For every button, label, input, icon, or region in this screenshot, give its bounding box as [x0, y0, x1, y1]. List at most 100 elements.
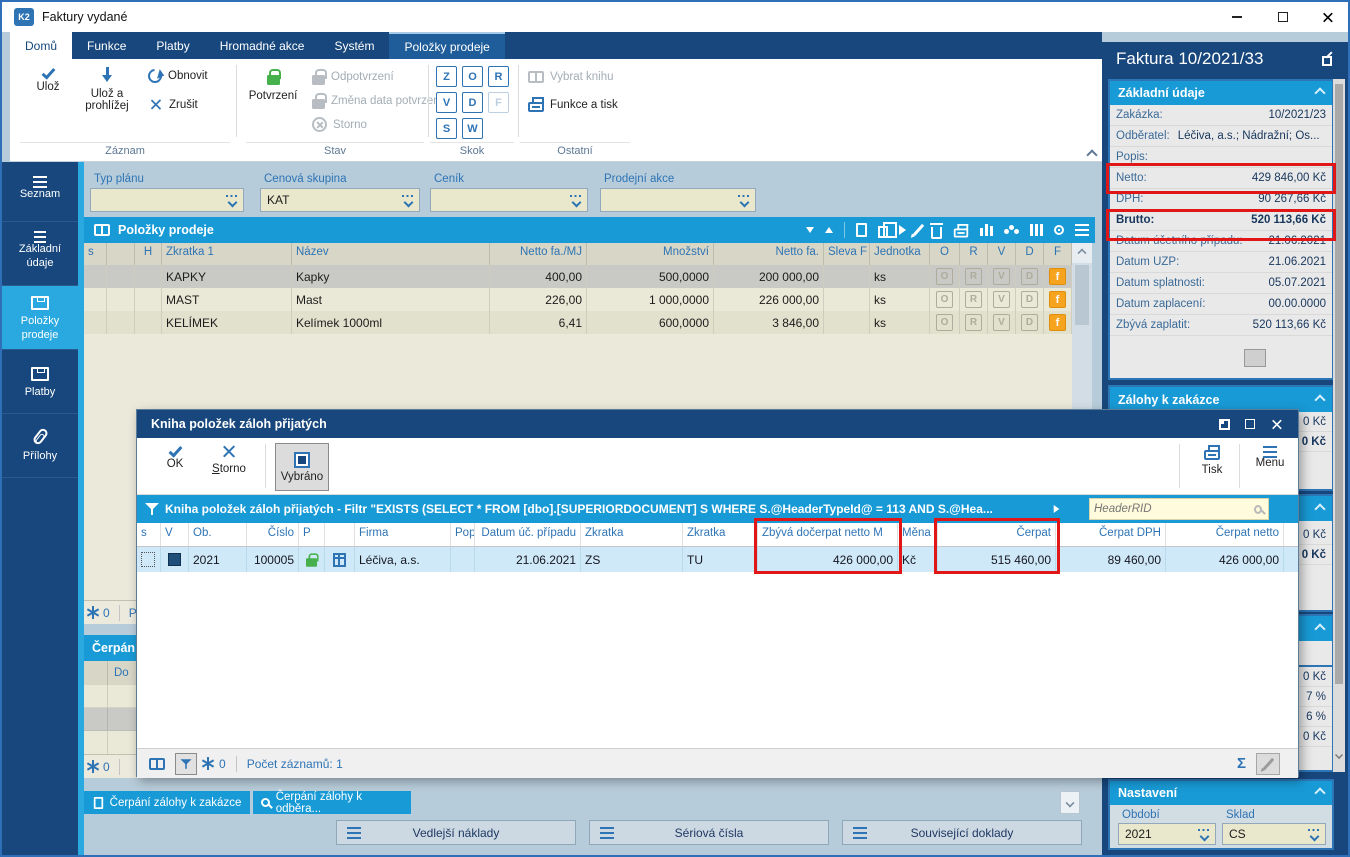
maximize-button[interactable] [1260, 2, 1306, 32]
flag-v-button[interactable]: V [993, 268, 1010, 285]
tab-platby[interactable]: Platby [141, 32, 204, 59]
jump-button-v[interactable]: V [436, 92, 457, 113]
modal-table-row[interactable]: 2021 100005 Léčiva, a.s. 21.06.2021 ZS T… [137, 547, 1298, 572]
scroll-up-icon[interactable] [1077, 248, 1087, 258]
column-header[interactable]: Netto fa./MJ [490, 243, 587, 265]
process-icon[interactable] [1009, 225, 1014, 230]
obdobi-select[interactable]: 2021 [1118, 823, 1216, 845]
grid-menu-icon[interactable] [1075, 229, 1089, 231]
jump-button-s[interactable]: S [436, 118, 457, 139]
collapse-icon[interactable] [1314, 787, 1326, 799]
flag-o-button[interactable]: O [936, 291, 953, 308]
column-header[interactable]: Jednotka [870, 243, 930, 265]
sort-desc-icon[interactable] [806, 227, 814, 233]
book-icon[interactable] [149, 757, 165, 770]
flag-v-button[interactable]: V [993, 291, 1010, 308]
sklad-select[interactable]: CS [1222, 823, 1326, 845]
jump-button-w[interactable]: W [462, 118, 483, 139]
storno-button[interactable]: Storno [203, 444, 255, 475]
scrollbar-thumb[interactable] [1075, 265, 1089, 325]
menu-button[interactable]: Menu [1247, 447, 1293, 469]
tab-funkce[interactable]: Funkce [72, 32, 141, 59]
columns-icon[interactable] [1035, 224, 1038, 236]
functions-print-button[interactable]: Funkce a tisk [528, 97, 618, 112]
sidebar-item-polozky-prodeje[interactable]: Položky prodeje [2, 286, 78, 350]
ok-button[interactable]: OK [153, 443, 197, 470]
vybrano-toggle[interactable]: Vybráno [275, 443, 329, 491]
filter-cenik[interactable] [430, 188, 588, 212]
column-header[interactable]: Množství [587, 243, 714, 265]
sidebar-item-zakladni-udaje[interactable]: Základní údaje [2, 222, 78, 286]
tisk-button[interactable]: Tisk [1189, 445, 1235, 476]
jump-button-r[interactable]: R [488, 66, 509, 87]
new-record-icon[interactable] [856, 223, 867, 237]
tab-hromadne-akce[interactable]: Hromadné akce [205, 32, 320, 59]
column-header[interactable]: Zkratka 1 [162, 243, 292, 265]
copy-record-icon[interactable] [878, 222, 897, 238]
flag-d-button[interactable]: D [1021, 314, 1038, 331]
flag-o-button[interactable]: O [936, 314, 953, 331]
modal-dock-button[interactable] [1214, 415, 1234, 433]
table-row[interactable]: KELÍMEK Kelímek 1000ml 6,41 600,0000 3 8… [84, 311, 1072, 334]
filter-toggle-button[interactable] [175, 752, 197, 775]
jump-button-z[interactable]: Z [436, 66, 457, 87]
refresh-button[interactable]: Obnovit [145, 66, 208, 86]
flag-d-button[interactable]: D [1021, 291, 1038, 308]
zakladni-udaje-header[interactable]: Základní údaje [1110, 81, 1332, 105]
flag-f-button[interactable]: f [1049, 291, 1066, 308]
souvisejici-doklady-button[interactable]: Související doklady [842, 820, 1082, 845]
apply-filter-icon[interactable] [1053, 505, 1060, 513]
flag-f-button[interactable]: f [1049, 314, 1066, 331]
sidebar-item-platby[interactable]: Platby [2, 350, 78, 414]
cerpani-odberatel-button[interactable]: Čerpání zálohy k odběra... [253, 791, 411, 815]
flag-f-button[interactable]: f [1049, 268, 1066, 285]
sidebar-item-prilohy[interactable]: Přílohy [2, 414, 78, 478]
confirm-button[interactable]: Potvrzení [242, 69, 304, 102]
tab-system[interactable]: Systém [319, 32, 389, 59]
flag-r-button[interactable]: R [965, 268, 982, 285]
collapse-icon[interactable] [1314, 87, 1326, 99]
flag-d-button[interactable]: D [1021, 268, 1038, 285]
vedlejsi-naklady-button[interactable]: Vedlejší náklady [336, 820, 576, 845]
save-and-browse-button[interactable]: Ulož a prohlížej [74, 67, 140, 112]
column-header[interactable]: Název [292, 243, 490, 265]
sort-asc-icon[interactable] [825, 227, 833, 233]
scroll-down-icon[interactable] [1335, 750, 1343, 759]
table-row[interactable]: MAST Mast 226,00 1 000,0000 226 000,00 k… [84, 288, 1072, 311]
search-input[interactable] [1090, 503, 1254, 515]
save-button[interactable]: Ulož [24, 65, 72, 93]
filter-cenova-skupina[interactable]: KAT [260, 188, 420, 212]
column-header[interactable]: Sleva F [824, 243, 870, 265]
tab-polozky-prodeje[interactable]: Položky prodeje [389, 32, 505, 59]
seriova-cisla-button[interactable]: Sériová čísla [589, 820, 829, 845]
filter-typ-planu[interactable] [90, 188, 244, 212]
close-button[interactable] [1304, 2, 1348, 32]
modal-maximize-button[interactable] [1240, 415, 1260, 433]
cerpani-zakazka-button[interactable]: Čerpání zálohy k zakázce [84, 791, 250, 814]
delete-icon[interactable] [930, 222, 943, 239]
scrollbar-thumb[interactable] [1335, 84, 1343, 684]
flag-v-button[interactable]: V [993, 314, 1010, 331]
flag-r-button[interactable]: R [965, 314, 982, 331]
ribbon-collapse-icon[interactable] [1086, 149, 1098, 161]
selected-checkbox[interactable] [168, 553, 181, 566]
flag-o-button[interactable]: O [936, 268, 953, 285]
flag-r-button[interactable]: R [965, 291, 982, 308]
filter-prodejni-akce[interactable] [600, 188, 756, 212]
gear-icon[interactable] [1054, 225, 1064, 235]
sidebar-item-seznam[interactable]: Seznam [2, 162, 78, 222]
edit-icon[interactable] [912, 223, 925, 237]
column-header[interactable]: Netto fa. [714, 243, 824, 265]
minimize-button[interactable] [1214, 2, 1260, 32]
modal-close-button[interactable] [1266, 415, 1286, 433]
scroll-down-button[interactable] [1060, 791, 1080, 814]
print-icon[interactable] [953, 223, 969, 237]
open-external-icon[interactable] [1322, 55, 1332, 66]
run-icon[interactable] [899, 225, 906, 235]
collapse-icon[interactable] [1314, 622, 1326, 635]
detail-button[interactable] [1244, 349, 1266, 367]
collapse-icon[interactable] [1314, 502, 1326, 515]
sum-button[interactable]: Σ [1237, 755, 1246, 772]
table-row[interactable]: KAPKY Kapky 400,00 500,0000 200 000,00 k… [84, 265, 1072, 288]
tab-domu[interactable]: Domů [10, 32, 73, 59]
